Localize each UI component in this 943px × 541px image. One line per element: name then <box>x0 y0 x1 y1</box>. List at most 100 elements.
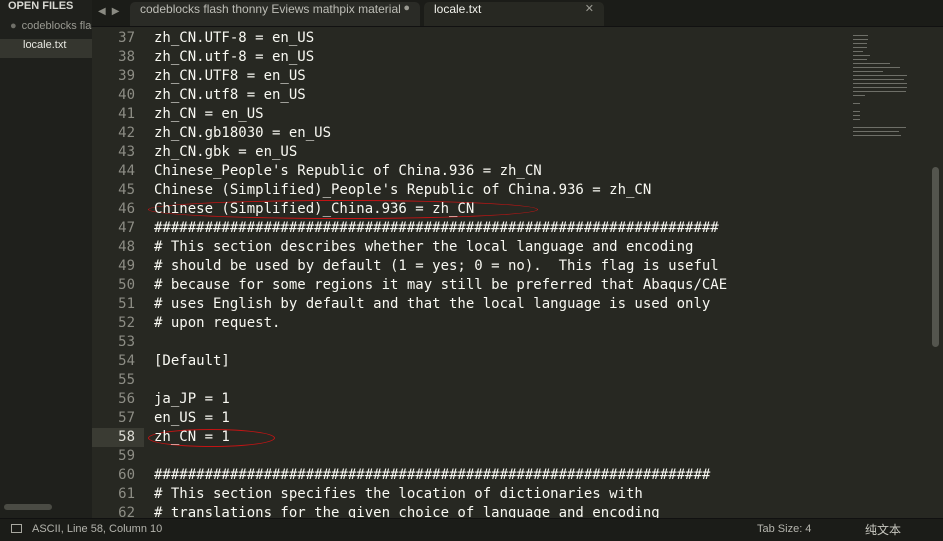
code-line[interactable]: ja_JP = 1 <box>154 390 230 409</box>
code-line[interactable]: [Default] <box>154 352 230 371</box>
line-number: 59 <box>118 448 135 464</box>
open-files-header: OPEN FILES <box>8 0 74 12</box>
tab-label: codeblocks flash thonny Eviews mathpix m… <box>140 2 401 16</box>
line-number: 45 <box>118 182 135 198</box>
minimap-line <box>853 91 906 92</box>
line-number: 52 <box>118 315 135 331</box>
minimap-line <box>853 83 907 84</box>
code-line[interactable]: zh_CN.utf8 = en_US <box>154 86 306 105</box>
line-number: 48 <box>118 239 135 255</box>
minimap-line <box>853 103 860 104</box>
minimap-line <box>853 67 900 68</box>
line-number-gutter: 37 38 39 40 41 42 43 44 45 46 47 48 49 50 51 52 53 54 55 56… <box>92 27 144 518</box>
caret-left-icon[interactable]: ◀ <box>98 6 112 17</box>
status-bar: ASCII, Line 58, Column 10 Tab Size: 4 纯文… <box>0 518 943 541</box>
code-line[interactable]: Chinese (Simplified)_People's Republic o… <box>154 181 651 200</box>
line-number: 38 <box>118 49 135 65</box>
tab-locale[interactable]: locale.txt ✕ <box>424 2 604 26</box>
tab-label: locale.txt <box>434 2 482 16</box>
minimap-line <box>853 35 868 36</box>
minimap-line <box>853 75 907 76</box>
minimap-line <box>853 51 863 52</box>
tab-bar: ◀▶ codeblocks flash thonny Eviews mathpi… <box>92 0 943 27</box>
minimap-line <box>853 95 865 96</box>
sidebar-item-label: locale.txt <box>23 39 67 51</box>
code-line[interactable]: # because for some regions it may still … <box>154 276 727 295</box>
code-line[interactable]: # This section describes whether the loc… <box>154 238 693 257</box>
close-icon[interactable]: ✕ <box>585 2 594 15</box>
code-line[interactable]: ########################################… <box>154 466 710 485</box>
minimap-line <box>853 111 860 112</box>
modified-dot-icon: ● <box>10 20 17 32</box>
minimap-line <box>853 127 906 128</box>
minimap[interactable] <box>851 27 921 267</box>
minimap-line <box>853 79 904 80</box>
status-text: ASCII, Line 58, Column 10 <box>32 523 163 535</box>
minimap-line <box>853 63 890 64</box>
code-line[interactable]: ########################################… <box>154 219 719 238</box>
line-number: 53 <box>118 334 135 350</box>
line-number: 43 <box>118 144 135 160</box>
line-number: 39 <box>118 68 135 84</box>
line-number: 60 <box>118 467 135 483</box>
code-line[interactable]: # should be used by default (1 = yes; 0 … <box>154 257 719 276</box>
sidebar-item-locale[interactable]: locale.txt <box>0 39 92 58</box>
code-line[interactable]: Chinese_People's Republic of China.936 =… <box>154 162 542 181</box>
line-number: 44 <box>118 163 135 179</box>
sidebar-item-codeblocks[interactable]: ● codeblocks flash thonny Eviews mathpix … <box>0 20 92 39</box>
minimap-line <box>853 59 867 60</box>
code-line[interactable]: zh_CN.gb18030 = en_US <box>154 124 331 143</box>
sidebar-scrollbar[interactable] <box>4 504 52 510</box>
line-number: 40 <box>118 87 135 103</box>
sidebar: OPEN FILES ● codeblocks flash thonny Evie… <box>0 0 93 518</box>
line-number: 55 <box>118 372 135 388</box>
code-line[interactable]: zh_CN = 1 <box>154 428 230 447</box>
minimap-line <box>853 135 901 136</box>
minimap-line <box>853 119 860 120</box>
code-line[interactable]: # uses English by default and that the l… <box>154 295 710 314</box>
code-line[interactable]: # upon request. <box>154 314 280 333</box>
line-number: 50 <box>118 277 135 293</box>
line-number: 57 <box>118 410 135 426</box>
line-number: 54 <box>118 353 135 369</box>
tab-size-selector[interactable]: Tab Size: 4 <box>757 523 811 535</box>
line-number: 58 <box>92 428 144 447</box>
syntax-selector[interactable]: 纯文本 <box>865 521 901 538</box>
line-number: 46 <box>118 201 135 217</box>
minimap-line <box>853 131 899 132</box>
line-number: 51 <box>118 296 135 312</box>
line-number: 56 <box>118 391 135 407</box>
code-line[interactable]: zh_CN = en_US <box>154 105 264 124</box>
code-line[interactable]: en_US = 1 <box>154 409 230 428</box>
code-line[interactable]: zh_CN.gbk = en_US <box>154 143 297 162</box>
line-number: 47 <box>118 220 135 236</box>
tab-codeblocks[interactable]: codeblocks flash thonny Eviews mathpix m… <box>130 2 420 26</box>
line-number: 41 <box>118 106 135 122</box>
code-line[interactable]: Chinese (Simplified)_China.936 = zh_CN <box>154 200 474 219</box>
code-line[interactable]: zh_CN.utf-8 = en_US <box>154 48 314 67</box>
sidebar-item-label: codeblocks flash thonny Eviews mathpix m… <box>21 20 92 32</box>
line-number: 61 <box>118 486 135 502</box>
editor-scrollbar[interactable] <box>932 167 939 347</box>
modified-dot-icon[interactable]: ● <box>403 2 410 14</box>
code-line[interactable]: # This section specifies the location of… <box>154 485 643 504</box>
line-number: 49 <box>118 258 135 274</box>
code-line[interactable]: # translations for the given choice of l… <box>154 504 660 518</box>
caret-right-icon[interactable]: ▶ <box>112 6 126 17</box>
code-line[interactable]: zh_CN.UTF-8 = en_US <box>154 29 314 48</box>
minimap-line <box>853 55 870 56</box>
line-number: 37 <box>118 30 135 46</box>
minimap-line <box>853 115 860 116</box>
minimap-line <box>853 47 867 48</box>
minimap-line <box>853 87 907 88</box>
editor-pane[interactable]: 37 38 39 40 41 42 43 44 45 46 47 48 49 50 51 52 53 54 55 56… <box>92 27 943 518</box>
tab-nav-arrows[interactable]: ◀▶ <box>98 6 125 17</box>
minimap-line <box>853 71 883 72</box>
minimap-line <box>853 43 867 44</box>
line-number: 42 <box>118 125 135 141</box>
line-number: 62 <box>118 505 135 518</box>
code-line[interactable]: zh_CN.UTF8 = en_US <box>154 67 306 86</box>
code-area[interactable]: zh_CN.UTF-8 = en_US zh_CN.utf-8 = en_US zh… <box>148 27 844 518</box>
panel-toggle-icon[interactable] <box>11 524 22 533</box>
minimap-line <box>853 39 868 40</box>
